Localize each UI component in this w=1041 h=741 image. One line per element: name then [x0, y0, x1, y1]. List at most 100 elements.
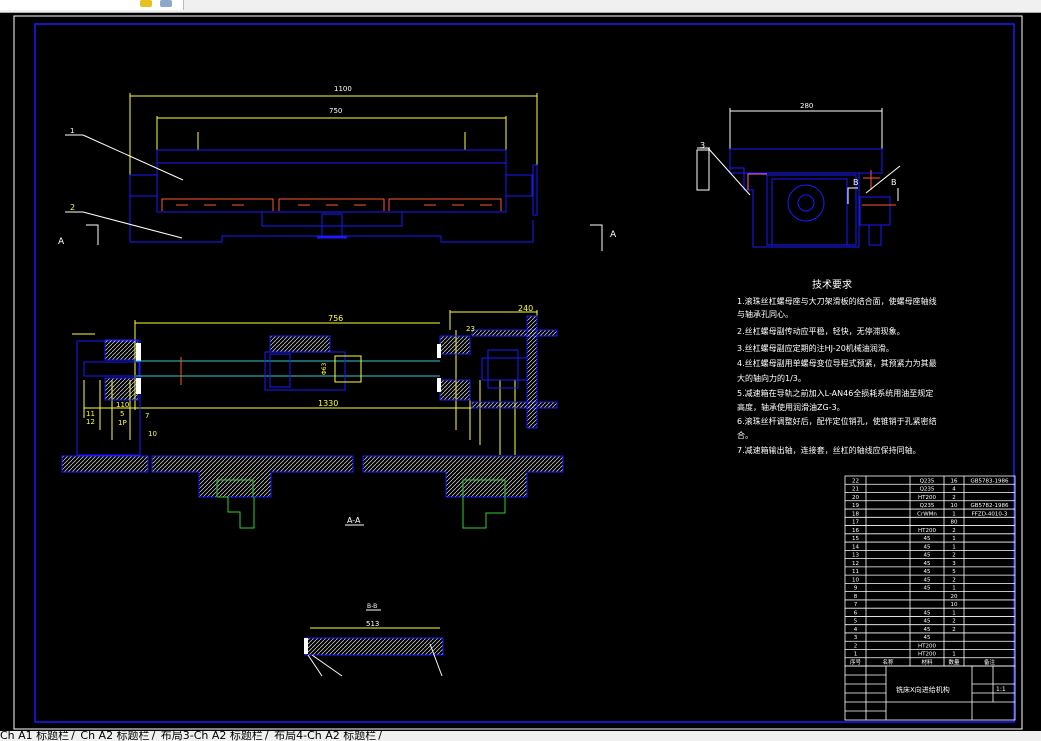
parts-cell-qty: 2 [952, 627, 956, 633]
toolbar [0, 0, 1041, 13]
layout-tab[interactable]: Ch A2 标题栏 [80, 731, 149, 741]
layout-tab[interactable]: 布局4-Ch A2 标题栏 [274, 731, 376, 741]
parts-cell-qty: 2 [952, 619, 956, 625]
dim-23: 23 [466, 325, 475, 333]
parts-row: 4 45 2 [854, 627, 956, 633]
parts-cell-material: 45 [924, 553, 931, 559]
tech-req-line: 与轴承孔同心。 [737, 309, 793, 319]
parts-row: 15 45 1 [852, 536, 956, 542]
parts-cell-no: 1 [854, 652, 858, 658]
parts-cell-no: 22 [852, 478, 859, 484]
parts-cell-material: 45 [924, 635, 931, 641]
tech-requirements: 技术要求 1.滚珠丝杠螺母座与大刀架滑板的结合面，使螺母座轴线 与轴承孔同心。 … [737, 278, 937, 455]
parts-cell-material: CrWMn [917, 511, 937, 517]
parts-cell-material: Q235 [920, 487, 935, 493]
parts-cell-qty: 5 [952, 569, 956, 575]
dim-left-3: 1P [118, 419, 127, 427]
parts-cell-material: Q235 [920, 503, 935, 509]
parts-list: 22 Q235 16 GB5783-198621 Q235 420 HT200 219 Q235… [844, 475, 1016, 667]
section-mark-a-right: A [610, 230, 617, 240]
parts-cell-no: 11 [852, 569, 859, 575]
section-bb-label: B-B [367, 603, 377, 610]
tech-req-line: 高度，轴承使用润滑油ZG-3。 [737, 402, 845, 412]
dim-1100: 1100 [334, 85, 352, 93]
parts-cell-material: HT200 [918, 528, 936, 534]
parts-row: 6 45 1 [854, 610, 956, 616]
parts-row: 13 45 2 [852, 553, 956, 559]
parts-row: 19 Q235 10 GB5782-1986 [852, 503, 1009, 509]
title-block: 铣床X向进给机构 1:1 [844, 665, 1016, 721]
dim-280: 280 [800, 102, 813, 110]
parts-cell-no: 6 [854, 610, 858, 616]
parts-cell-qty: 1 [952, 511, 956, 517]
parts-cell-material: HT200 [918, 643, 936, 649]
parts-cell-no: 15 [852, 536, 859, 542]
parts-row: 22 Q235 16 GB5783-1986 [852, 478, 1009, 484]
parts-cell-no: 5 [854, 619, 858, 625]
drawing-scale: 1:1 [996, 686, 1006, 693]
parts-row: 5 45 2 [854, 619, 956, 625]
layout-tab[interactable]: 布局3-Ch A2 标题栏 [161, 731, 263, 741]
parts-cell-material: 45 [924, 627, 931, 633]
parts-cell-material: HT200 [918, 652, 936, 658]
parts-cell-material: HT200 [918, 495, 936, 501]
dim-1330: 1330 [318, 399, 338, 408]
dim-left-6: 10 [148, 430, 157, 438]
parts-cell-qty: 2 [952, 495, 956, 501]
dim-left-0: 11 [86, 410, 95, 418]
drawing-canvas[interactable]: 1100 750 1 2 A A 280 3 B B 756 1330 240 … [0, 13, 1041, 731]
dim-left-2: 5 [120, 410, 124, 418]
parts-cell-qty: 2 [952, 577, 956, 583]
parts-cell-note: FFZD-4010-3 [972, 511, 1008, 517]
parts-cell-no: 19 [852, 503, 859, 509]
parts-cell-no: 序号 [850, 658, 862, 666]
parts-row: 3 45 [854, 635, 931, 641]
parts-cell-material: Q235 [920, 478, 935, 484]
dim-756: 756 [328, 314, 343, 323]
leader-label-2: 2 [70, 203, 75, 212]
parts-cell-name: 名称 [882, 658, 894, 666]
parts-row: 9 45 1 [854, 586, 956, 592]
parts-cell-no: 20 [852, 495, 859, 501]
parts-cell-qty: 10 [951, 602, 958, 608]
section-mark-a-left: A [58, 237, 65, 247]
parts-cell-note: GB5783-1986 [970, 478, 1009, 484]
parts-row: 8 20 [854, 594, 958, 600]
parts-cell-qty: 20 [951, 594, 958, 600]
layout-tab[interactable]: Ch A1 标题栏 [0, 731, 69, 741]
parts-cell-note: 备注 [984, 658, 996, 666]
parts-cell-no: 21 [852, 487, 859, 493]
parts-cell-no: 8 [854, 594, 858, 600]
layer-icon[interactable] [140, 0, 152, 7]
parts-cell-no: 18 [852, 511, 859, 517]
parts-cell-qty: 数量 [948, 658, 960, 666]
parts-cell-qty: 1 [952, 610, 956, 616]
main-view: 1100 750 1 2 A A [58, 85, 617, 251]
parts-cell-note: GB5782-1986 [970, 503, 1009, 509]
tech-req-line: 合。 [737, 430, 753, 440]
parts-cell-no: 9 [854, 586, 858, 592]
parts-row: 12 45 3 [852, 561, 956, 567]
parts-cell-no: 12 [852, 561, 859, 567]
parts-header: 序号 名称 材料 数量 备注 [850, 658, 996, 666]
dim-left-5: 7 [145, 412, 149, 420]
parts-cell-qty: 1 [952, 544, 956, 550]
parts-row: 7 10 [854, 602, 958, 608]
parts-cell-qty: 4 [952, 487, 956, 493]
parts-cell-qty: 80 [951, 520, 958, 526]
section-bb: B-B 513 [304, 603, 444, 677]
parts-cell-qty: 2 [952, 528, 956, 534]
parts-row: 1 HT200 1 [854, 652, 956, 658]
layer-dropdown[interactable] [0, 0, 184, 10]
parts-cell-qty: 3 [952, 561, 956, 567]
side-view: 280 3 B B [696, 102, 901, 248]
dim-left-1: 12 [86, 418, 95, 426]
section-aa-label: A-A [347, 516, 361, 525]
parts-cell-qty: 2 [952, 553, 956, 559]
layer-state-icon[interactable] [160, 0, 172, 7]
dim-bore: Φ63 [321, 362, 328, 375]
drawing-svg: 1100 750 1 2 A A 280 3 B B 756 1330 240 … [13, 15, 1023, 730]
parts-cell-material: 45 [924, 536, 931, 542]
parts-cell-material: 45 [924, 577, 931, 583]
parts-row: 16 HT200 2 [852, 528, 956, 534]
